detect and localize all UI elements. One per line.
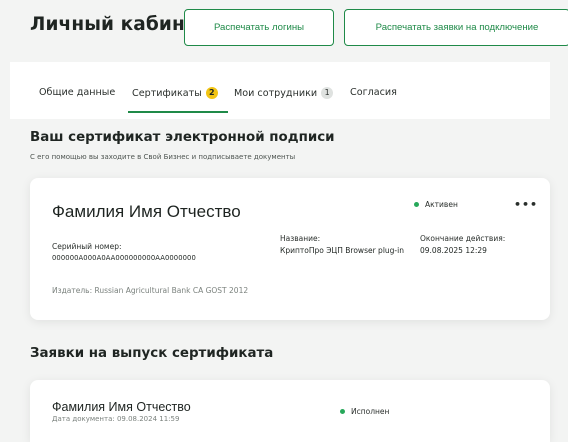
- print-requests-button[interactable]: Распечатать заявки на подключение: [344, 9, 568, 46]
- status-dot-icon: [340, 409, 345, 414]
- request-card[interactable]: Фамилия Имя Отчество Дата документа: 09.…: [30, 380, 550, 442]
- request-status: Исполнен: [340, 407, 389, 416]
- expiry-label: Окончание действия:: [420, 234, 506, 243]
- certificate-section-title: Ваш сертификат электронной подписи: [30, 130, 335, 145]
- tab-consents-label: Согласия: [350, 87, 397, 98]
- request-status-label: Исполнен: [351, 407, 390, 416]
- request-date: Дата документа: 09.08.2024 11:59: [52, 415, 180, 423]
- serial-label: Серийный номер:: [52, 242, 122, 251]
- certificate-card[interactable]: Фамилия Имя Отчество Активен ••• Серийны…: [30, 178, 550, 320]
- cert-name-label: Название:: [280, 234, 321, 243]
- tab-certificates-badge: 2: [205, 87, 218, 99]
- certificate-section-subtitle: С его помощью вы заходите в Свой Бизнес …: [30, 153, 296, 161]
- tab-employees-label: Мои сотрудники: [234, 87, 318, 99]
- serial-value: 000000A000A0AA000000000AA0000000: [52, 254, 196, 262]
- status-dot-icon: [414, 202, 419, 207]
- tab-certificates-label: Сертификаты: [132, 87, 202, 99]
- tab-general[interactable]: Общие данные: [39, 87, 115, 98]
- tabs-bar: Общие данные Сертификаты 2 Мои сотрудник…: [10, 62, 550, 119]
- tab-employees[interactable]: Мои сотрудники 1: [234, 87, 334, 99]
- certificate-status: Активен: [414, 200, 458, 209]
- cert-name-value: КриптоПро ЭЦП Browser plug-in: [280, 246, 404, 255]
- tab-consents[interactable]: Согласия: [350, 87, 397, 98]
- page-title: Личный кабинет: [30, 14, 209, 35]
- certificate-holder-name: Фамилия Имя Отчество: [52, 202, 241, 221]
- certificate-status-label: Активен: [425, 200, 458, 209]
- print-logins-button[interactable]: Распечатать логины: [184, 9, 334, 46]
- tab-general-label: Общие данные: [39, 87, 116, 98]
- more-options-icon[interactable]: •••: [514, 198, 538, 211]
- issuer: Издатель: Russian Agricultural Bank CA G…: [52, 286, 249, 295]
- tab-employees-badge: 1: [321, 87, 334, 99]
- expiry-value: 09.08.2025 12:29: [420, 246, 487, 255]
- requests-section-title: Заявки на выпуск сертификата: [30, 346, 274, 361]
- active-tab-underline: [128, 111, 228, 113]
- tab-certificates[interactable]: Сертификаты 2: [132, 87, 218, 99]
- request-holder-name: Фамилия Имя Отчество: [52, 400, 191, 414]
